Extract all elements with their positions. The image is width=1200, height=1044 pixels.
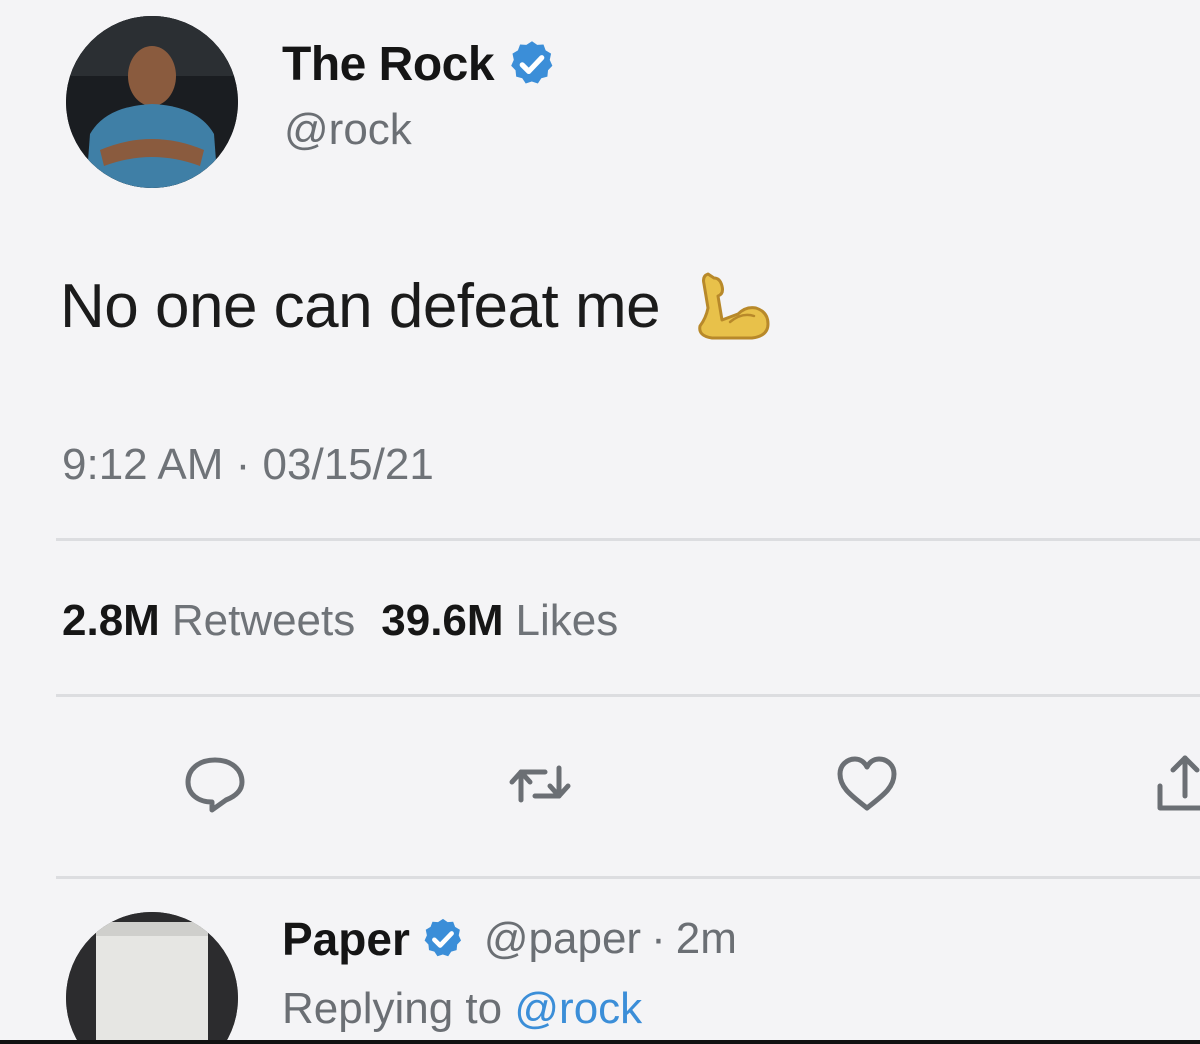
tweet-timestamp[interactable]: 9:12 AM · 03/15/21: [62, 440, 434, 490]
reply-icon: [185, 757, 245, 813]
divider: [56, 694, 1200, 697]
share-icon: [1157, 755, 1200, 811]
reply-author-avatar[interactable]: [66, 912, 238, 1044]
likes-count[interactable]: 39.6M: [381, 596, 503, 646]
reply-time[interactable]: 2m: [676, 914, 737, 964]
reply-separator: ·: [651, 914, 666, 963]
flexed-biceps-icon: [698, 272, 770, 340]
tweet-card: The Rock @rock No one can defeat me 9:12…: [0, 0, 1200, 1044]
retweets-label[interactable]: Retweets: [172, 596, 355, 646]
author-avatar[interactable]: [66, 16, 238, 188]
divider: [56, 876, 1200, 879]
retweet-icon: [509, 765, 571, 803]
replying-to-label: Replying to: [282, 984, 503, 1033]
reply-header: Paper @paper · 2m: [282, 910, 737, 968]
replying-to-handle[interactable]: @rock: [514, 984, 642, 1033]
replying-to: Replying to @rock: [282, 984, 642, 1034]
verified-badge-icon: [424, 918, 461, 957]
verified-badge-icon: [511, 41, 553, 84]
bottom-edge: [0, 1040, 1200, 1044]
display-name[interactable]: The Rock: [282, 37, 495, 92]
author-handle[interactable]: @rock: [284, 105, 412, 155]
author-header: The Rock: [282, 34, 558, 94]
like-icon: [837, 756, 897, 811]
divider: [56, 538, 1200, 541]
retweet-button[interactable]: [505, 752, 575, 816]
tweet-text: No one can defeat me: [60, 268, 774, 344]
avatar-image: [66, 912, 238, 1044]
like-button[interactable]: [832, 752, 902, 816]
share-button[interactable]: [1150, 752, 1200, 816]
reply-handle[interactable]: @paper: [484, 914, 641, 964]
reply-display-name[interactable]: Paper: [282, 912, 410, 966]
reply-button[interactable]: [180, 752, 250, 816]
likes-label[interactable]: Likes: [516, 596, 619, 646]
tweet-text-content: No one can defeat me: [60, 271, 661, 341]
avatar-image: [66, 16, 238, 188]
engagement-stats: 2.8M Retweets 39.6M Likes: [62, 596, 632, 646]
retweets-count[interactable]: 2.8M: [62, 596, 160, 646]
